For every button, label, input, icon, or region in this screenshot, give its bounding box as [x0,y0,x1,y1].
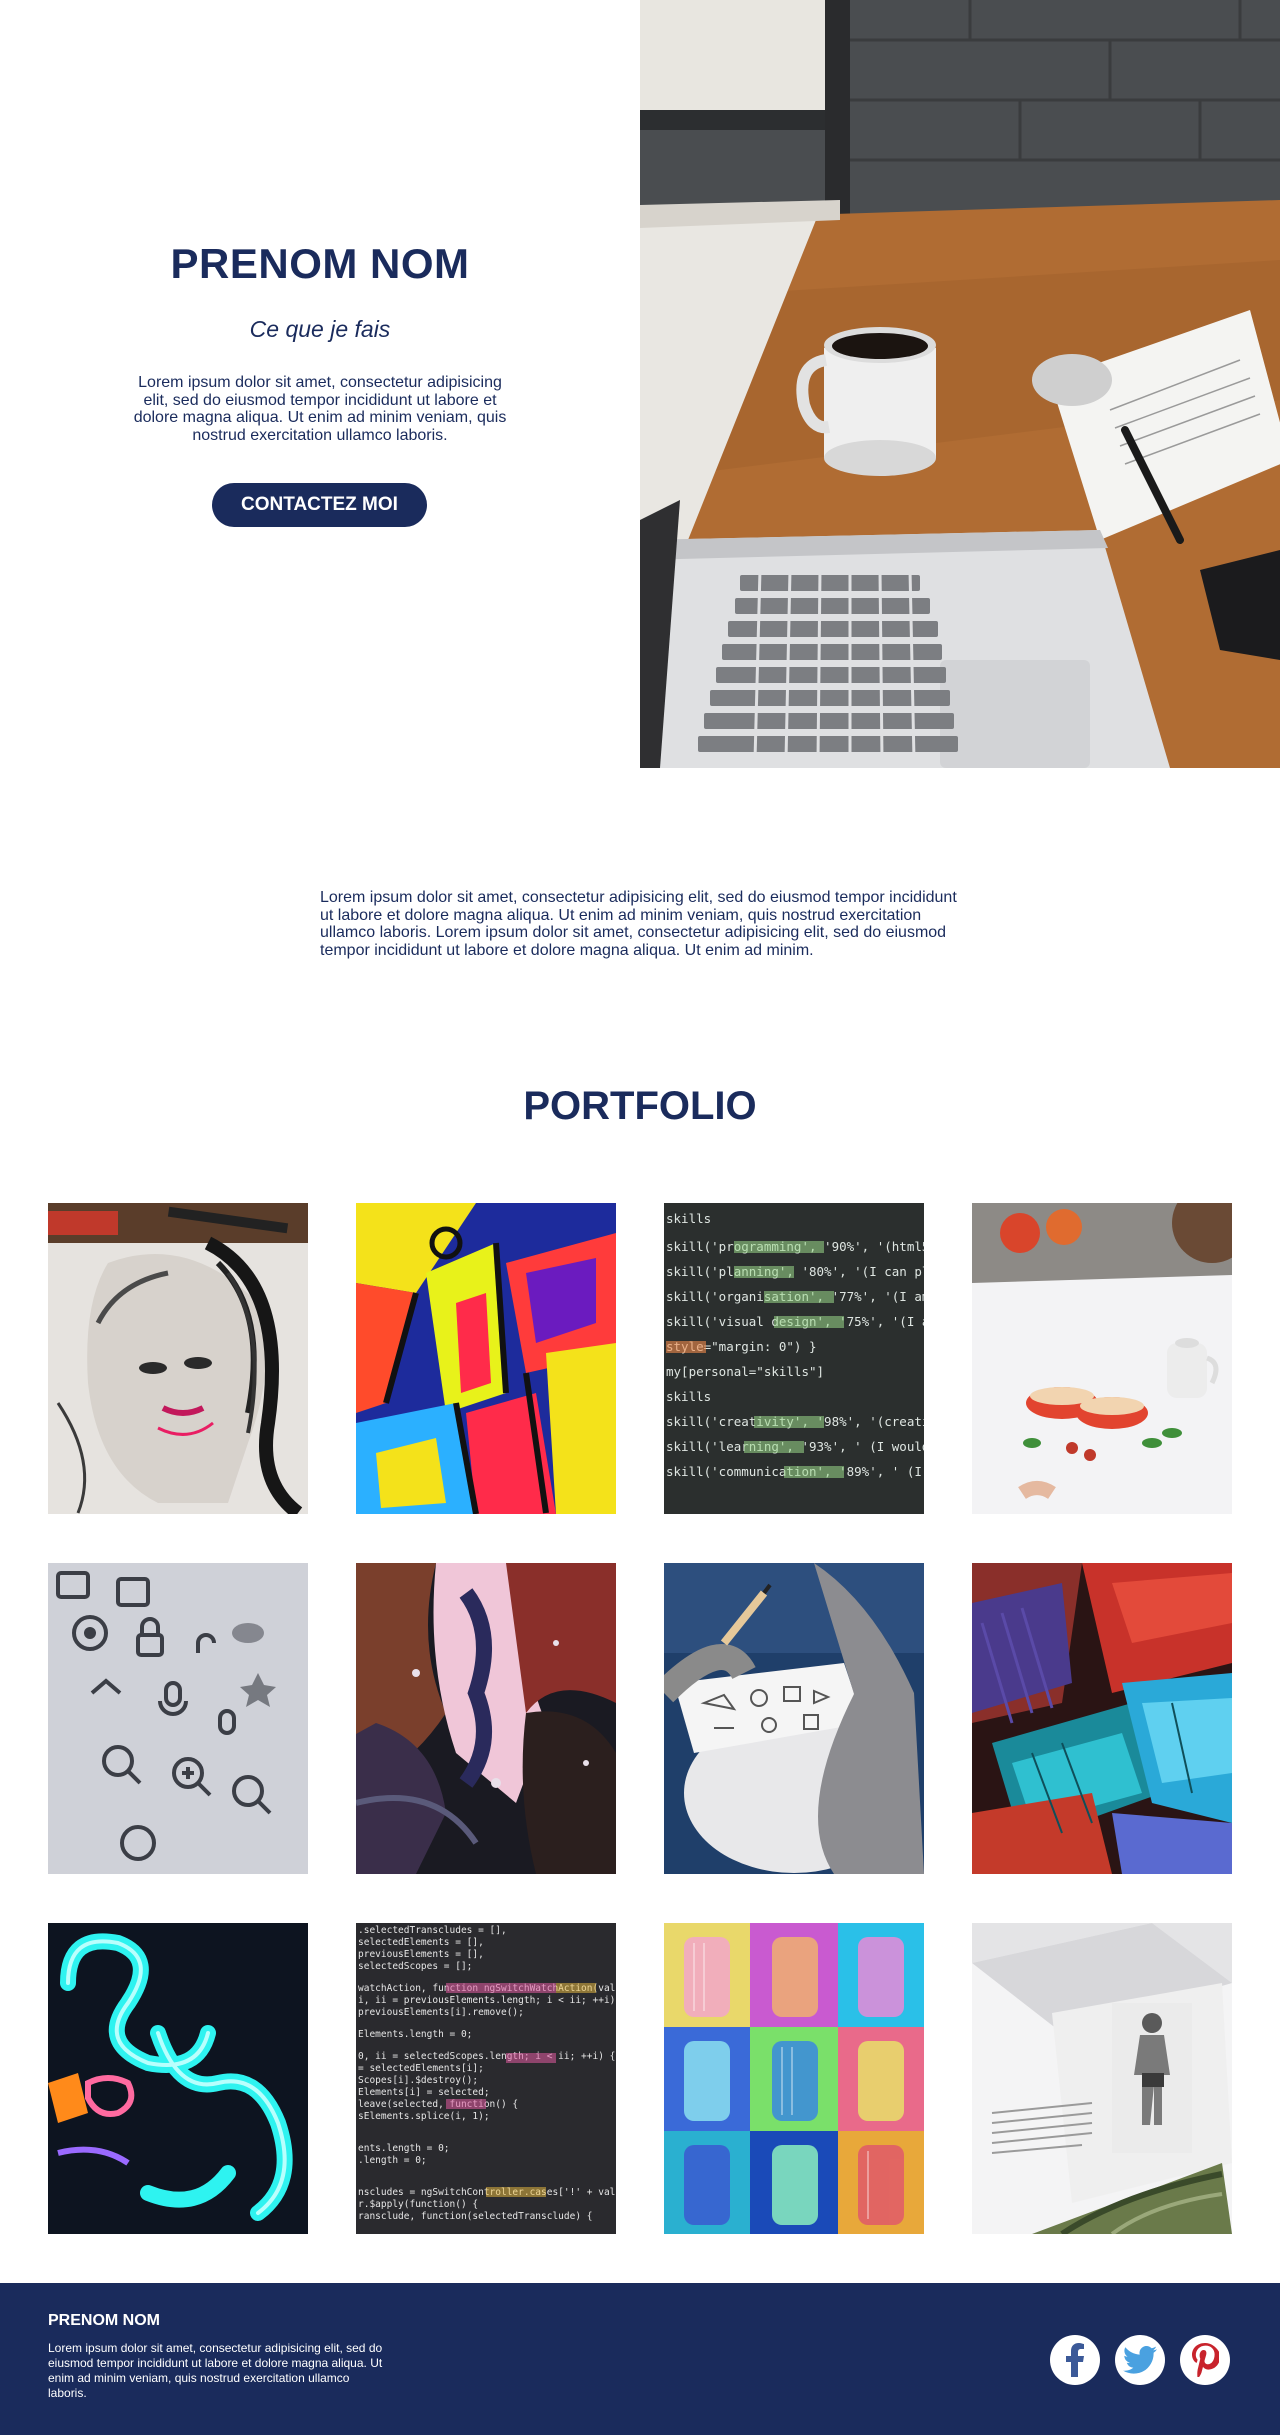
svg-text:= selectedElements[i];: = selectedElements[i]; [358,2063,484,2074]
hero-name: PRENOM NOM [170,240,470,287]
svg-text:ransclude, function(selectedTr: ransclude, function(selectedTransclude) … [358,2211,593,2222]
pinterest-link[interactable] [1180,2335,1230,2385]
svg-text:selectedScopes = [];: selectedScopes = []; [358,1961,472,1972]
contact-button[interactable]: CONTACTEZ MOI [212,483,427,527]
svg-text:0, ii = selectedScopes.length;: 0, ii = selectedScopes.length; i < ii; +… [358,2051,615,2062]
hero-tagline: Ce que je fais [249,316,391,342]
footer-description: Lorem ipsum dolor sit amet, consectetur … [48,2341,383,2400]
svg-text:r.$apply(function() {: r.$apply(function() { [358,2199,478,2210]
portfolio-title: PORTFOLIO [523,1084,757,1128]
portfolio-item-neon-sign[interactable] [48,1923,308,2234]
hero-section: PRENOM NOM Ce que je fais Lorem ipsum do… [0,0,1280,768]
hero-description: Lorem ipsum dolor sit amet, consectetur … [133,374,507,444]
facebook-icon [1066,2343,1084,2377]
svg-text:.selectedTranscludes = [],: .selectedTranscludes = [], [358,1925,507,1936]
svg-text:Elements[i] = selected;: Elements[i] = selected; [358,2087,490,2098]
hero-photo-desk [640,0,1280,768]
portfolio-item-sketchbook[interactable] [664,1563,924,1874]
svg-text:ents.length = 0;: ents.length = 0; [358,2143,450,2154]
svg-text:previousElements[i].remove();: previousElements[i].remove(); [358,2007,524,2018]
svg-text:Scopes[i].$destroy();: Scopes[i].$destroy(); [358,2075,478,2086]
svg-text:.length = 0;: .length = 0; [358,2155,427,2166]
svg-text:previousElements = [],: previousElements = [], [358,1949,484,1960]
portfolio-item-pop-art-cans[interactable] [664,1923,924,2234]
svg-text:sElements.splice(i, 1);: sElements.splice(i, 1); [358,2111,490,2122]
portfolio-item-code-editor[interactable]: .selectedTranscludes = [], selectedEleme… [356,1923,616,2234]
facebook-link[interactable] [1050,2335,1100,2385]
hero-text-block: PRENOM NOM Ce que je fais Lorem ipsum do… [0,0,640,768]
portfolio-item-food-still-life[interactable] [972,1203,1232,1514]
portfolio-item-abstract-paint[interactable] [356,1563,616,1874]
svg-text:skills: skills [666,1211,711,1226]
twitter-link[interactable] [1115,2335,1165,2385]
svg-text:skill('planning', '80%', '(I c: skill('planning', '80%', '(I can plan ve… [666,1264,924,1279]
svg-text:leave(selected, function() {: leave(selected, function() { [358,2099,518,2110]
portfolio-item-code-skills[interactable]: skills skill('programming', '90%', '(htm… [664,1203,924,1514]
portfolio-item-paint-brushes[interactable] [972,1563,1232,1874]
svg-text:selectedElements = [],: selectedElements = [], [358,1937,484,1948]
portfolio-item-graffiti[interactable] [356,1203,616,1514]
portfolio-item-magazine[interactable] [972,1923,1232,2234]
footer-name: PRENOM NOM [48,2312,160,2329]
twitter-icon [1123,2346,1157,2374]
intro-text: Lorem ipsum dolor sit amet, consectetur … [320,889,957,959]
portfolio-item-icons-grid[interactable] [48,1563,308,1874]
portfolio-item-sketch-portrait[interactable] [48,1203,308,1514]
footer: PRENOM NOM Lorem ipsum dolor sit amet, c… [0,2283,1280,2435]
pinterest-icon [1192,2343,1219,2377]
svg-text:Elements.length = 0;: Elements.length = 0; [358,2029,472,2040]
svg-text:skills: skills [666,1389,711,1404]
svg-text:my[personal="skills"]: my[personal="skills"] [666,1364,824,1379]
svg-text:i, ii = previousElements.lengt: i, ii = previousElements.length; i < ii;… [358,1995,616,2006]
